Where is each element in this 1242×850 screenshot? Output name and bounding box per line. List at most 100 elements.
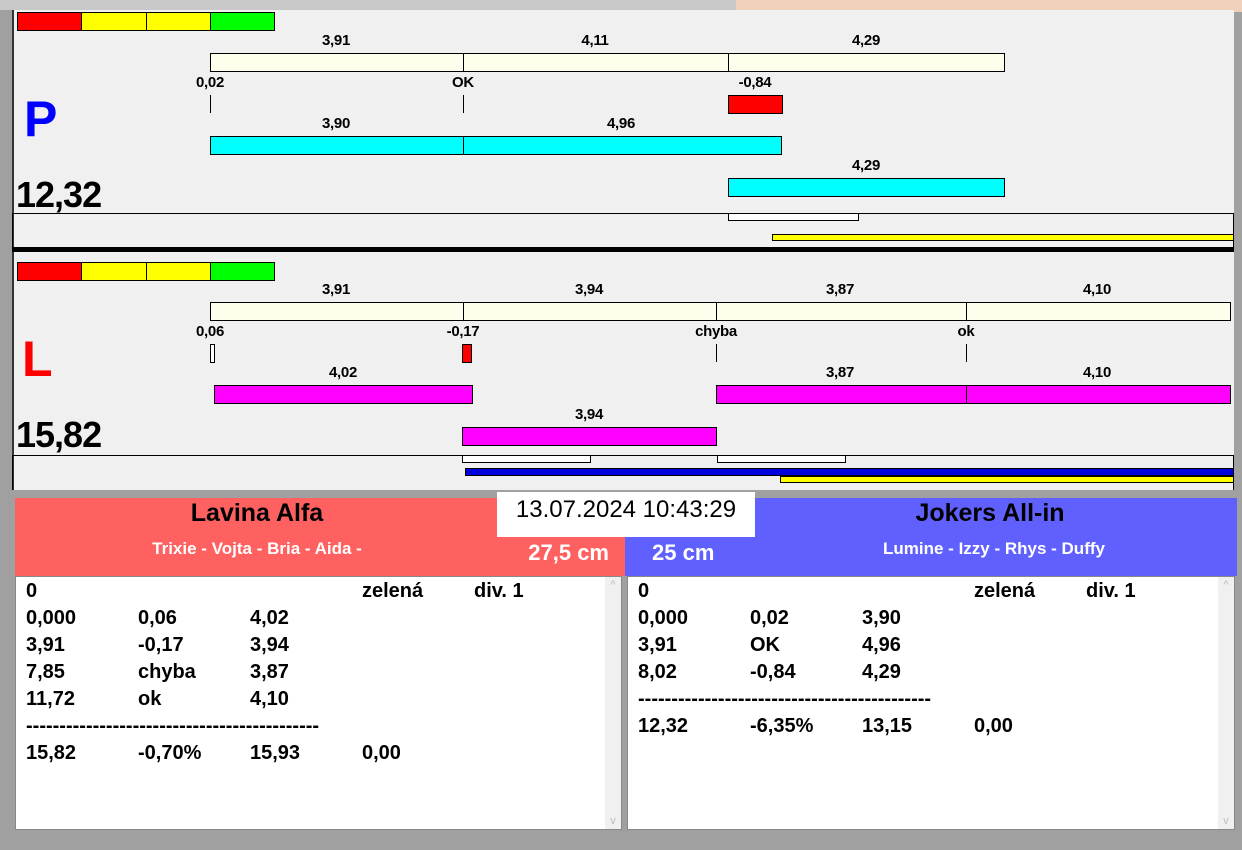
lane-letter: P <box>24 91 58 147</box>
cell: -0,84 <box>750 661 796 683</box>
progress-bar-blue <box>465 468 1234 476</box>
scroll-down-icon[interactable]: v <box>605 815 621 827</box>
reference-segment <box>463 302 717 321</box>
run-segment <box>210 136 464 155</box>
run-segment <box>716 385 967 404</box>
color-strip-green <box>210 12 275 31</box>
run-label: 4,29 <box>852 157 880 174</box>
cell: 0,000 <box>638 607 689 629</box>
deviation-marker <box>210 344 215 363</box>
cell: 13,15 <box>862 715 913 737</box>
color-strip-yellow <box>146 12 211 31</box>
run-segment <box>462 427 717 446</box>
cell: 12,32 <box>638 715 689 737</box>
scrollbar[interactable]: ^ v <box>605 577 621 829</box>
separator: ----------------------------------------… <box>638 688 932 710</box>
run-label: 3,94 <box>575 406 603 423</box>
tick <box>210 95 211 113</box>
cell: 7,85 <box>26 661 65 683</box>
segment-label: 3,94 <box>575 281 603 298</box>
cell: 8,02 <box>638 661 677 683</box>
deviation-label: OK <box>452 74 474 91</box>
progress-marker <box>717 455 846 463</box>
separator: ----------------------------------------… <box>26 715 320 737</box>
cell: 15,93 <box>250 742 301 764</box>
cell: -0,70% <box>138 742 202 764</box>
reference-segment <box>210 302 464 321</box>
segment-label: 4,29 <box>852 32 880 49</box>
deviation-label: chyba <box>695 323 737 340</box>
scrollbar[interactable]: ^ v <box>1218 577 1234 829</box>
cell: div. 1 <box>474 580 524 602</box>
scroll-up-icon[interactable]: ^ <box>605 579 621 591</box>
reference-segment <box>716 302 967 321</box>
cell: OK <box>750 634 780 656</box>
cell: 0 <box>26 580 38 602</box>
deviation-label: 0,06 <box>196 323 224 340</box>
cell: zelená <box>362 580 424 602</box>
progress-bar-yellow <box>772 234 1234 241</box>
progress-marker <box>462 455 591 463</box>
lane-letter: L <box>22 331 53 387</box>
team-left-distance: 27,5 cm <box>528 540 609 565</box>
tick <box>716 344 717 362</box>
lane-total: 15,82 <box>16 414 102 455</box>
cell: 3,87 <box>250 661 289 683</box>
cell: -0,17 <box>138 634 184 656</box>
cell: 4,29 <box>862 661 901 683</box>
team-left-results[interactable]: 0 zelená div. 1 0,000 0,06 4,02 3,91 -0,17 3,9… <box>15 576 622 830</box>
cell: 15,82 <box>26 742 77 764</box>
cell: 0,00 <box>362 742 401 764</box>
deviation-marker <box>728 95 783 114</box>
cell: 3,91 <box>638 634 677 656</box>
run-segment <box>463 136 782 155</box>
segment-label: 3,87 <box>826 281 854 298</box>
run-label: 4,96 <box>607 115 635 132</box>
deviation-label: -0,17 <box>446 323 480 340</box>
team-left-name: Lavina Alfa <box>190 499 324 527</box>
cell: 4,10 <box>250 688 289 710</box>
cell: 0,06 <box>138 607 177 629</box>
cell: 3,94 <box>250 634 289 656</box>
progress-track <box>12 213 1234 248</box>
cell: 4,96 <box>862 634 901 656</box>
lane-total: 12,32 <box>16 174 102 215</box>
segment-label: 4,10 <box>1083 281 1111 298</box>
color-strip-yellow <box>81 12 147 31</box>
cell: 3,90 <box>862 607 901 629</box>
reference-segment <box>728 53 1005 72</box>
deviation-label: ok <box>957 323 975 340</box>
cell: 0,00 <box>974 715 1013 737</box>
segment-label: 4,11 <box>581 32 609 49</box>
team-right-name: Jokers All-in <box>915 499 1065 527</box>
run-segment <box>728 178 1005 197</box>
team-left-members: Trixie - Vojta - Bria - Aida - <box>152 539 362 558</box>
progress-bar-yellow <box>780 476 1234 483</box>
progress-marker <box>728 213 859 221</box>
reference-segment <box>966 302 1231 321</box>
tick <box>463 95 464 113</box>
cell: -6,35% <box>750 715 814 737</box>
color-strip-green <box>210 262 275 281</box>
reference-segment <box>210 53 464 72</box>
color-strip-red <box>17 262 82 281</box>
tick <box>966 344 967 362</box>
cell: 0 <box>638 580 650 602</box>
cell: ok <box>138 688 162 710</box>
scroll-down-icon[interactable]: v <box>1218 815 1234 827</box>
segment-label: 3,91 <box>322 32 350 49</box>
run-segment <box>214 385 473 404</box>
team-right-members: Lumine - Izzy - Rhys - Duffy <box>883 539 1105 558</box>
scroll-up-icon[interactable]: ^ <box>1218 579 1234 591</box>
deviation-label: 0,02 <box>196 74 224 91</box>
deviation-label: -0,84 <box>738 74 772 91</box>
cell: chyba <box>138 661 196 683</box>
segment-label: 3,91 <box>322 281 350 298</box>
cell: 3,91 <box>26 634 65 656</box>
team-right-distance: 25 cm <box>652 540 715 565</box>
cell: div. 1 <box>1086 580 1136 602</box>
cell: 11,72 <box>26 688 75 710</box>
cell: 0,000 <box>26 607 77 629</box>
team-right-results[interactable]: 0 zelená div. 1 0,000 0,02 3,90 3,91 OK 4,96 8… <box>627 576 1235 830</box>
deviation-marker <box>462 344 472 363</box>
